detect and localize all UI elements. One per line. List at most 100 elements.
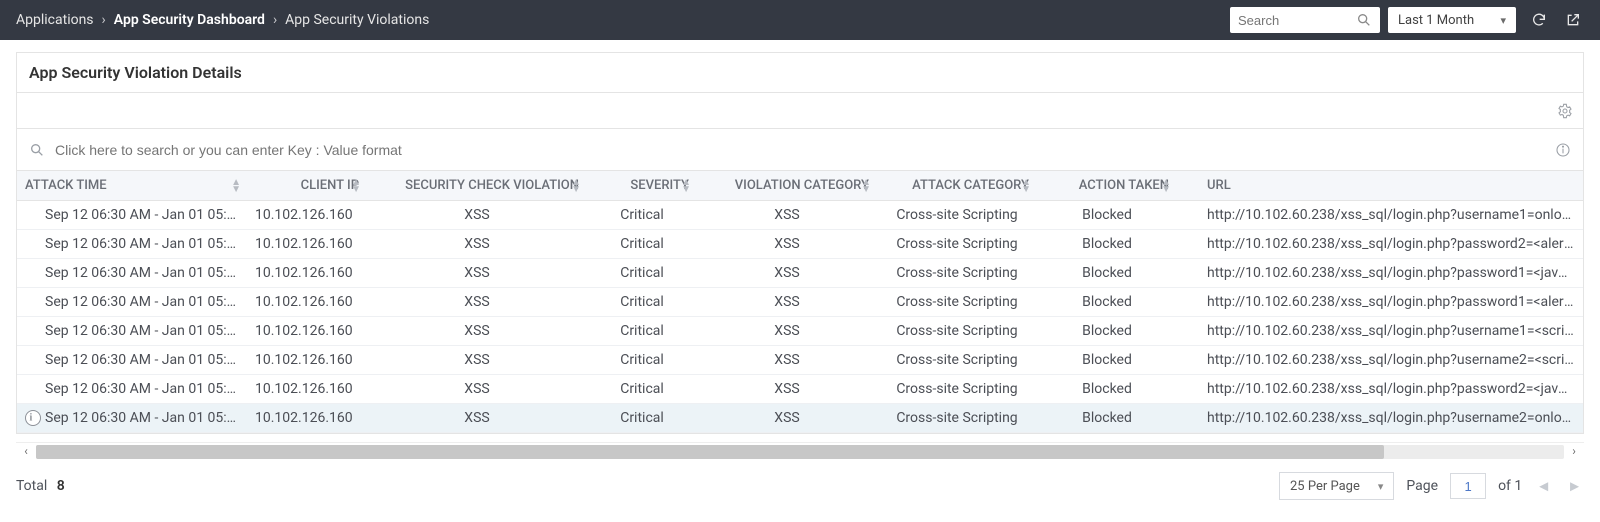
filter-row xyxy=(17,129,1583,171)
cell-sec-check: XSS xyxy=(367,346,587,375)
cell-url: http://10.102.60.238/xss_sql/login.php?u… xyxy=(1177,404,1583,433)
cell-client-ip: 10.102.126.160 xyxy=(247,230,367,259)
cell-sec-check: XSS xyxy=(367,375,587,404)
cell-client-ip: 10.102.126.160 xyxy=(247,201,367,230)
cell-attack-cat: Cross-site Scripting xyxy=(877,201,1037,230)
footer-pagination: 25 Per Page ▾ Page of 1 ◄ ► xyxy=(1279,472,1584,500)
panel-title: App Security Violation Details xyxy=(17,53,1583,93)
col-client-ip[interactable]: CLIENT IP▲▼ xyxy=(247,171,367,201)
cell-client-ip: 10.102.126.160 xyxy=(247,346,367,375)
cell-client-ip: 10.102.126.160 xyxy=(247,375,367,404)
cell-severity: Critical xyxy=(587,201,697,230)
cell-attack-cat: Cross-site Scripting xyxy=(877,346,1037,375)
table-row[interactable]: Sep 12 06:30 AM - Jan 01 05:29 AM10.102.… xyxy=(17,201,1583,230)
cell-violation-cat: XSS xyxy=(697,317,877,346)
col-violation-cat[interactable]: VIOLATION CATEGORY▲▼ xyxy=(697,171,877,201)
info-icon[interactable] xyxy=(1555,142,1571,158)
cell-attack-cat: Cross-site Scripting xyxy=(877,288,1037,317)
cell-violation-cat: XSS xyxy=(697,288,877,317)
cell-sec-check: XSS xyxy=(367,201,587,230)
cell-attack-cat: Cross-site Scripting xyxy=(877,259,1037,288)
cell-client-ip: 10.102.126.160 xyxy=(247,317,367,346)
scroll-right-arrow-icon[interactable]: › xyxy=(1566,444,1582,458)
violations-panel: App Security Violation Details ATTACK TI… xyxy=(16,52,1584,434)
cell-url: http://10.102.60.238/xss_sql/login.php?u… xyxy=(1177,317,1583,346)
search-icon xyxy=(1356,12,1372,28)
cell-attack-time: Sep 12 06:30 AM - Jan 01 05:29 AM xyxy=(17,346,247,375)
table-row[interactable]: Sep 12 06:30 AM - Jan 01 05:29 AM10.102.… xyxy=(17,230,1583,259)
cell-severity: Critical xyxy=(587,288,697,317)
table-row[interactable]: Sep 12 06:30 AM - Jan 01 05:29 AM10.102.… xyxy=(17,375,1583,404)
col-url[interactable]: URL xyxy=(1177,171,1583,201)
cell-url: http://10.102.60.238/xss_sql/login.php?u… xyxy=(1177,346,1583,375)
breadcrumb-item-violations[interactable]: App Security Violations xyxy=(285,12,429,28)
cell-attack-cat: Cross-site Scripting xyxy=(877,375,1037,404)
footer: Total 8 25 Per Page ▾ Page of 1 ◄ ► xyxy=(16,466,1584,506)
cell-action: Blocked xyxy=(1037,346,1177,375)
cell-url: http://10.102.60.238/xss_sql/login.php?p… xyxy=(1177,288,1583,317)
cell-attack-time: Sep 12 06:30 AM - Jan 01 05:29 AM xyxy=(17,404,247,433)
cell-attack-cat: Cross-site Scripting xyxy=(877,404,1037,433)
cell-action: Blocked xyxy=(1037,288,1177,317)
filter-input[interactable] xyxy=(55,142,1545,158)
search-icon xyxy=(29,142,45,158)
chevron-right-icon: › xyxy=(273,12,277,28)
breadcrumb-item-dashboard[interactable]: App Security Dashboard xyxy=(114,12,265,28)
cell-url: http://10.102.60.238/xss_sql/login.php?p… xyxy=(1177,230,1583,259)
cell-violation-cat: XSS xyxy=(697,375,877,404)
cell-action: Blocked xyxy=(1037,230,1177,259)
scroll-thumb[interactable] xyxy=(36,445,1384,459)
global-search-input[interactable] xyxy=(1238,13,1352,28)
table-row[interactable]: Sep 12 06:30 AM - Jan 01 05:29 AM10.102.… xyxy=(17,346,1583,375)
col-attack-time[interactable]: ATTACK TIME▲▼ xyxy=(17,171,247,201)
table-row[interactable]: Sep 12 06:30 AM - Jan 01 05:29 AM10.102.… xyxy=(17,317,1583,346)
prev-page-button[interactable]: ◄ xyxy=(1534,477,1553,495)
cell-client-ip: 10.102.126.160 xyxy=(247,404,367,433)
col-severity[interactable]: SEVERITY▲▼ xyxy=(587,171,697,201)
cell-severity: Critical xyxy=(587,259,697,288)
topbar: Applications › App Security Dashboard › … xyxy=(0,0,1600,40)
table-row[interactable]: Sep 12 06:30 AM - Jan 01 05:29 AM10.102.… xyxy=(17,259,1583,288)
cell-violation-cat: XSS xyxy=(697,230,877,259)
horizontal-scrollbar[interactable]: ‹ › xyxy=(16,442,1584,460)
breadcrumb-item-applications[interactable]: Applications xyxy=(16,12,94,28)
col-attack-cat[interactable]: ATTACK CATEGORY▲▼ xyxy=(877,171,1037,201)
table-row[interactable]: Sep 12 06:30 AM - Jan 01 05:29 AM10.102.… xyxy=(17,404,1583,433)
global-search[interactable] xyxy=(1230,7,1380,33)
cell-attack-cat: Cross-site Scripting xyxy=(877,230,1037,259)
cell-attack-time: Sep 12 06:30 AM - Jan 01 05:29 AM xyxy=(17,375,247,404)
cell-severity: Critical xyxy=(587,346,697,375)
table-wrap: ATTACK TIME▲▼ CLIENT IP▲▼ SECURITY CHECK… xyxy=(17,171,1583,433)
cell-sec-check: XSS xyxy=(367,317,587,346)
cell-url: http://10.102.60.238/xss_sql/login.php?u… xyxy=(1177,201,1583,230)
cell-action: Blocked xyxy=(1037,375,1177,404)
open-external-button[interactable] xyxy=(1562,9,1584,31)
footer-total: Total 8 xyxy=(16,478,65,494)
table-header-row: ATTACK TIME▲▼ CLIENT IP▲▼ SECURITY CHECK… xyxy=(17,171,1583,201)
panel-toolbar xyxy=(17,93,1583,129)
cell-action: Blocked xyxy=(1037,317,1177,346)
cell-violation-cat: XSS xyxy=(697,346,877,375)
time-range-label: Last 1 Month xyxy=(1398,13,1474,28)
cell-violation-cat: XSS xyxy=(697,201,877,230)
page-input[interactable] xyxy=(1450,473,1486,499)
chevron-down-icon: ▾ xyxy=(1500,14,1506,27)
table-row[interactable]: Sep 12 06:30 AM - Jan 01 05:29 AM10.102.… xyxy=(17,288,1583,317)
cell-attack-time: Sep 12 06:30 AM - Jan 01 05:29 AM xyxy=(17,317,247,346)
cell-action: Blocked xyxy=(1037,404,1177,433)
cell-violation-cat: XSS xyxy=(697,259,877,288)
gear-icon[interactable] xyxy=(1557,103,1573,119)
per-page-dropdown[interactable]: 25 Per Page ▾ xyxy=(1279,472,1394,500)
cell-attack-cat: Cross-site Scripting xyxy=(877,317,1037,346)
next-page-button[interactable]: ► xyxy=(1565,477,1584,495)
refresh-button[interactable] xyxy=(1528,9,1550,31)
col-sec-check[interactable]: SECURITY CHECK VIOLATION▲▼ xyxy=(367,171,587,201)
cell-sec-check: XSS xyxy=(367,288,587,317)
chevron-down-icon: ▾ xyxy=(1378,480,1384,493)
page-of-label: of 1 xyxy=(1498,478,1522,494)
chevron-right-icon: › xyxy=(102,12,106,28)
cell-attack-time: Sep 12 06:30 AM - Jan 01 05:29 AM xyxy=(17,230,247,259)
col-action-taken[interactable]: ACTION TAKEN▲▼ xyxy=(1037,171,1177,201)
scroll-left-arrow-icon[interactable]: ‹ xyxy=(18,444,34,458)
time-range-dropdown[interactable]: Last 1 Month ▾ xyxy=(1388,7,1516,33)
